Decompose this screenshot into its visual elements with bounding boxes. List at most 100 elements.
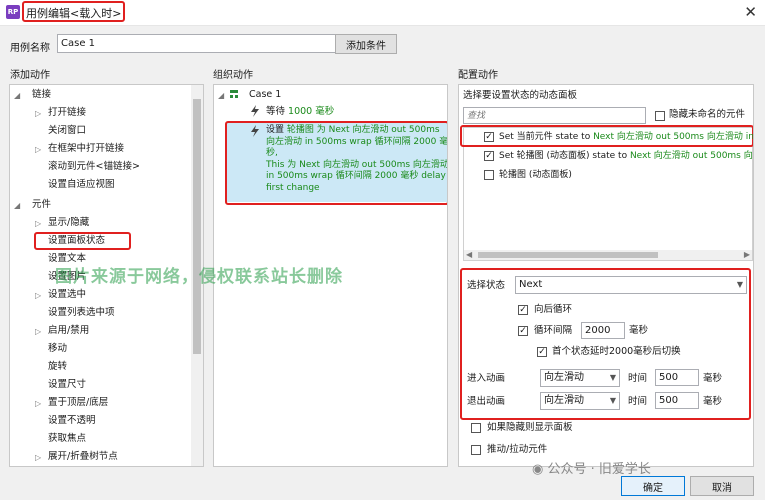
loop-interval-unit: 毫秒 — [629, 325, 649, 336]
case-label[interactable]: Case 1 — [249, 88, 281, 102]
tree-item-enable-disable[interactable]: 启用/禁用 — [48, 324, 89, 338]
watermark-text: 图片来源于网络，侵权联系站长删除 — [55, 267, 343, 287]
exit-time-input[interactable]: 500 — [655, 392, 699, 409]
wechat-icon: ◉ — [532, 462, 548, 477]
expand-arrow-icon[interactable]: ▷ — [35, 219, 41, 228]
loop-back-label: 向后循环 — [534, 304, 573, 315]
case-name-label: 用例名称 — [10, 43, 50, 54]
enter-anim-label: 进入动画 — [467, 373, 506, 384]
organize-action-title: 组织动作 — [213, 70, 253, 81]
loop-interval-label: 循环间隔 — [534, 325, 573, 336]
lightning-icon — [250, 105, 260, 117]
tree-item-expand-collapse[interactable]: 展开/折叠树节点 — [48, 450, 118, 464]
expand-arrow-icon[interactable]: ▷ — [35, 453, 41, 462]
enter-anim-dropdown[interactable]: 向左滑动 ▼ — [540, 369, 620, 387]
panel-row-carousel-unset[interactable]: 轮播图 (动态面板) — [499, 168, 572, 182]
lightning-icon — [250, 125, 260, 137]
action-line-5: in 500ms wrap 循环间隔 2000 毫秒 delay — [266, 171, 446, 181]
select-state-dropdown[interactable]: Next ▼ — [515, 276, 747, 294]
row-2-checkbox[interactable]: ✓ — [484, 151, 494, 161]
ok-button[interactable]: 确定 — [621, 476, 685, 496]
hide-unnamed-label: 隐藏未命名的元件 — [669, 109, 746, 120]
expand-arrow-icon[interactable]: ▷ — [35, 145, 41, 154]
add-condition-button[interactable]: 添加条件 — [335, 34, 397, 54]
app-icon: RP — [6, 5, 20, 19]
window-title: 用例编辑<载入时> — [26, 7, 122, 20]
case-name-input[interactable] — [57, 34, 349, 53]
cancel-button[interactable]: 取消 — [690, 476, 754, 496]
tree-item-set-list-selected[interactable]: 设置列表选中项 — [48, 306, 115, 320]
row-3-checkbox[interactable] — [484, 170, 494, 180]
panel-list — [463, 127, 753, 261]
tree-item-set-size[interactable]: 设置尺寸 — [48, 378, 86, 392]
wait-value: 1000 毫秒 — [288, 106, 335, 117]
tree-item-rotate[interactable]: 旋转 — [48, 360, 67, 374]
push-pull-checkbox[interactable] — [471, 445, 481, 455]
select-state-value: Next — [519, 279, 543, 290]
enter-anim-value: 向左滑动 — [544, 372, 584, 383]
row-1-value: Next 向左滑动 out 500ms 向左滑动 in — [593, 132, 754, 142]
wechat-badge-text: 公众号 · 旧爱学长 — [547, 462, 651, 477]
set-panel-action-text: 设置 轮播图 为 Next 向左滑动 out 500ms 向左滑动 in 500… — [266, 125, 448, 194]
hide-unnamed-checkbox[interactable] — [655, 111, 665, 121]
close-icon[interactable]: ✕ — [744, 3, 757, 21]
select-panel-label: 选择要设置状态的动态面板 — [463, 90, 578, 101]
tree-item-set-panel-state[interactable]: 设置面板状态 — [48, 234, 105, 248]
tree-item-set-selected[interactable]: 设置选中 — [48, 288, 86, 302]
chevron-down-icon: ▼ — [609, 396, 616, 405]
tree-item-adaptive-view[interactable]: 设置自适应视图 — [48, 178, 115, 192]
tree-item-bring-front-back[interactable]: 置于顶层/底层 — [48, 396, 108, 410]
search-input[interactable] — [463, 107, 646, 124]
action-prefix: 设置 — [266, 125, 285, 135]
expand-arrow-icon[interactable]: ◢ — [14, 91, 20, 100]
enter-time-unit: 毫秒 — [703, 373, 723, 384]
show-if-hidden-checkbox[interactable] — [471, 423, 481, 433]
tree-item-link[interactable]: 链接 — [32, 88, 51, 102]
tree-item-widgets[interactable]: 元件 — [32, 198, 51, 212]
horizontal-scrollbar[interactable]: ◀ ▶ — [464, 250, 752, 260]
scroll-left-icon[interactable]: ◀ — [466, 250, 472, 259]
exit-time-unit: 毫秒 — [703, 396, 723, 407]
chevron-down-icon: ▼ — [609, 373, 616, 382]
configure-action-title: 配置动作 — [458, 70, 498, 81]
row-2-value: Next 向左滑动 out 500ms 向 — [629, 151, 753, 161]
action-line-1: 轮播图 为 Next 向左滑动 out 500ms — [286, 125, 440, 135]
title-bar: RP 用例编辑<载入时> ✕ — [0, 0, 765, 26]
first-delay-checkbox[interactable]: ✓ — [537, 347, 547, 357]
enter-time-label: 时间 — [628, 373, 648, 384]
select-state-label: 选择状态 — [467, 280, 506, 291]
panel-row-carousel[interactable]: Set 轮播图 (动态面板) state to Next 向左滑动 out 50… — [499, 149, 753, 163]
case-icon — [229, 89, 239, 99]
collapse-arrow-icon[interactable]: ◢ — [218, 91, 224, 100]
tree-item-move[interactable]: 移动 — [48, 342, 67, 356]
exit-anim-value: 向左滑动 — [544, 395, 584, 406]
expand-arrow-icon[interactable]: ▷ — [35, 327, 41, 336]
tree-item-open-link[interactable]: 打开链接 — [48, 106, 86, 120]
first-delay-label: 首个状态延时2000毫秒后切换 — [552, 346, 681, 357]
horizontal-scrollbar-thumb[interactable] — [478, 252, 658, 258]
tree-item-open-in-frame[interactable]: 在框架中打开链接 — [48, 142, 124, 156]
wait-action[interactable]: 等待 1000 毫秒 — [266, 105, 334, 119]
action-line-4: This 为 Next 向左滑动 out 500ms 向左滑动 — [266, 159, 448, 170]
loop-interval-checkbox[interactable]: ✓ — [518, 326, 528, 336]
exit-anim-dropdown[interactable]: 向左滑动 ▼ — [540, 392, 620, 410]
chevron-down-icon: ▼ — [736, 280, 743, 289]
expand-arrow-icon[interactable]: ▷ — [35, 291, 41, 300]
expand-arrow-icon[interactable]: ◢ — [14, 201, 20, 210]
enter-time-input[interactable]: 500 — [655, 369, 699, 386]
loop-back-checkbox[interactable]: ✓ — [518, 305, 528, 315]
expand-arrow-icon[interactable]: ▷ — [35, 399, 41, 408]
tree-item-focus[interactable]: 获取焦点 — [48, 432, 86, 446]
tree-item-close-window[interactable]: 关闭窗口 — [48, 124, 86, 138]
tree-item-set-opacity[interactable]: 设置不透明 — [48, 414, 96, 428]
expand-arrow-icon[interactable]: ▷ — [35, 109, 41, 118]
wechat-badge: ◉ 公众号 · 旧爱学长 — [532, 458, 651, 477]
tree-item-show-hide[interactable]: 显示/隐藏 — [48, 216, 89, 230]
configure-action-panel: 选择要设置状态的动态面板 隐藏未命名的元件 ✓ Set 当前元件 state t… — [458, 84, 754, 467]
scroll-right-icon[interactable]: ▶ — [744, 250, 750, 259]
loop-interval-input[interactable]: 2000 — [581, 322, 625, 339]
tree-item-scroll-to-widget[interactable]: 滚动到元件<锚链接> — [48, 160, 140, 174]
left-scrollbar-thumb[interactable] — [193, 99, 201, 354]
panel-row-current-widget[interactable]: Set 当前元件 state to Next 向左滑动 out 500ms 向左… — [499, 130, 754, 144]
row-1-checkbox[interactable]: ✓ — [484, 132, 494, 142]
